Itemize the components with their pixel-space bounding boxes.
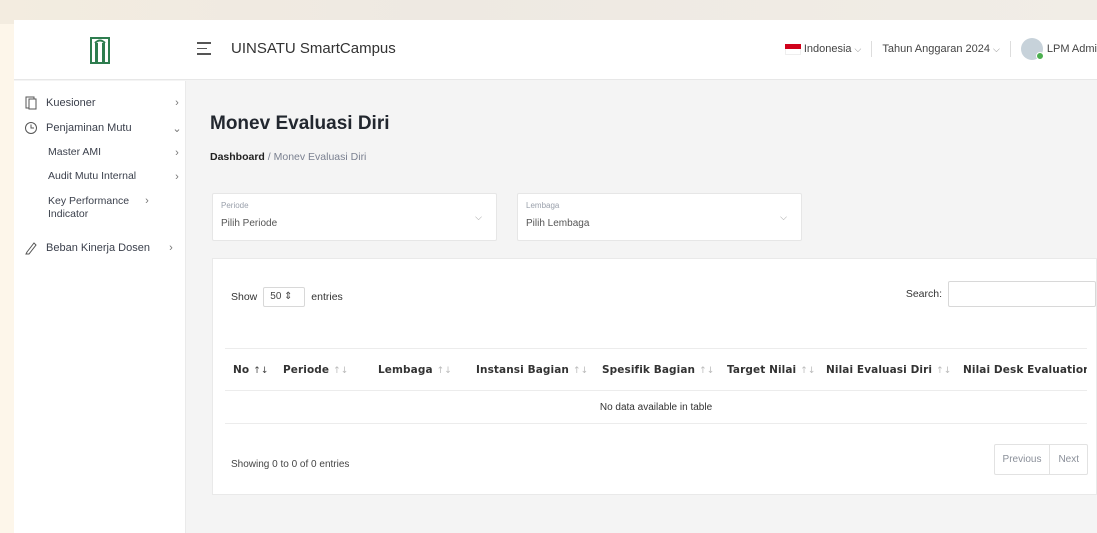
user-menu[interactable]: LPM Admi [1020,38,1097,60]
chevron-right-icon: › [175,97,179,109]
divider [871,41,873,57]
search-label: Search: [905,288,942,300]
sort-updown-icon: ⇕ [284,291,293,302]
sort-icon: ↑↓ [572,365,589,376]
chevron-down-icon: ⌄ [172,122,182,135]
periode-select[interactable]: Periode Pilih Periode ⌵ [212,193,497,241]
lembaga-select[interactable]: Lembaga Pilih Lembaga ⌵ [517,193,802,241]
divider [1009,41,1011,57]
periode-label: Periode [221,201,249,210]
document-icon [25,96,37,110]
header-right: Indonesia ⌵ Tahun Anggaran 2024 ⌵ LPM Admi [784,38,1097,60]
sidebar-item-label: Master AMI [48,146,102,158]
app-window: UINSATU SmartCampus Indonesia ⌵ Tahun Ang… [14,20,1097,533]
sort-icon: ↑↓ [436,365,452,376]
language-label: Indonesia [803,43,852,55]
table-header: No ↑↓ Periode ↑↓ Lembaga ↑↓ Instansi Bagian… [225,348,1087,391]
app-title: UINSATU SmartCampus [231,40,396,57]
avatar [1020,38,1044,60]
sidebar: Kuesioner › Penjaminan Mutu ⌄ Master AMI… [14,81,186,533]
entries-select[interactable]: 50 ⇕ [263,287,306,307]
sidebar-item-audit-mutu-internal[interactable]: Audit Mutu Internal › [14,170,186,183]
uinsatu-logo-icon [90,37,110,64]
entries-length: Show 50 ⇕ entries [231,287,343,307]
indonesia-flag-icon [784,43,801,55]
sort-icon: ↑↓ [800,365,816,376]
show-label: Show [231,291,258,303]
chevron-right-icon: › [175,146,179,159]
sidebar-item-beban-kinerja-dosen[interactable]: Beban Kinerja Dosen › [14,241,186,255]
sidebar-item-label: Penjaminan Mutu [46,121,132,134]
breadcrumb-home[interactable]: Dashboard [210,151,265,163]
sidebar-item-label: Audit Mutu Internal [48,170,137,182]
breadcrumb-current: Monev Evaluasi Diri [273,151,367,163]
column-header-target-nilai[interactable]: Target Nilai ↑↓ [727,364,826,376]
chevron-right-icon: › [169,242,173,254]
column-header-nilai-evaluasi-diri[interactable]: Nilai Evaluasi Diri ↑↓ [826,364,963,376]
previous-button[interactable]: Previous [995,445,1050,474]
top-header: UINSATU SmartCampus Indonesia ⌵ Tahun Ang… [14,20,1097,80]
column-header-instansi-bagian[interactable]: Instansi Bagian ↑↓ [476,364,602,376]
sidebar-item-master-ami[interactable]: Master AMI › [14,146,186,159]
budget-year-selector[interactable]: Tahun Anggaran 2024 ⌵ [882,43,999,55]
entries-label: entries [311,291,343,303]
sidebar-item-key-performance-indicator[interactable]: Key Performance Indicator › [14,195,186,221]
sort-icon: ↑↓ [333,365,349,376]
budget-year-label: Tahun Anggaran 2024 [882,43,991,55]
page-title: Monev Evaluasi Diri [210,113,390,134]
pagination: Previous Next [993,444,1088,475]
chevron-down-icon: ⌵ [780,212,787,222]
search-input[interactable] [948,281,1096,307]
logo[interactable] [14,20,186,80]
pen-icon [25,242,37,255]
chevron-right-icon: › [175,170,179,183]
empty-table-row: No data available in table [225,391,1087,424]
sidebar-item-label: Beban Kinerja Dosen [46,241,150,254]
column-header-periode[interactable]: Periode ↑↓ [283,364,378,376]
sidebar-item-label: Kuesioner [46,96,96,109]
chevron-down-icon: ⌵ [854,44,862,54]
breadcrumb: Dashboard / Monev Evaluasi Diri [210,151,366,163]
column-header-spesifik-bagian[interactable]: Spesifik Bagian ↑↓ [602,364,727,376]
chevron-down-icon: ⌵ [475,212,482,222]
breadcrumb-separator: / [267,151,271,163]
chevron-down-icon: ⌵ [993,44,1000,54]
clock-icon [25,122,37,134]
sidebar-item-label: Key Performance Indicator [48,195,130,220]
column-header-lembaga[interactable]: Lembaga ↑↓ [378,364,476,376]
sidebar-item-penjaminan-mutu[interactable]: Penjaminan Mutu ⌄ [14,121,186,135]
sort-icon: ↑↓ [699,365,715,376]
column-header-no[interactable]: No ↑↓ [225,364,283,376]
lembaga-value: Pilih Lembaga [526,218,590,229]
table-search: Search: [906,281,1096,307]
lembaga-label: Lembaga [526,201,560,210]
entries-value: 50 [270,291,282,302]
next-button[interactable]: Next [1049,445,1087,474]
column-header-nilai-desk-evaluation[interactable]: Nilai Desk Evaluation↑↓ [963,364,1087,376]
sort-icon: ↑↓ [253,365,269,376]
menu-toggle-icon[interactable] [197,42,211,56]
sort-icon: ↑↓ [936,365,952,376]
table-info: Showing 0 to 0 of 0 entries [231,459,350,470]
data-table-card: Show 50 ⇕ entries Search: No ↑↓ Periode ↑↓… [212,258,1097,495]
chevron-right-icon: › [145,195,149,207]
sidebar-item-kuesioner[interactable]: Kuesioner › [14,96,186,110]
periode-value: Pilih Periode [221,218,278,229]
user-name: LPM Admi [1046,43,1097,55]
language-selector[interactable]: Indonesia ⌵ [784,43,862,55]
